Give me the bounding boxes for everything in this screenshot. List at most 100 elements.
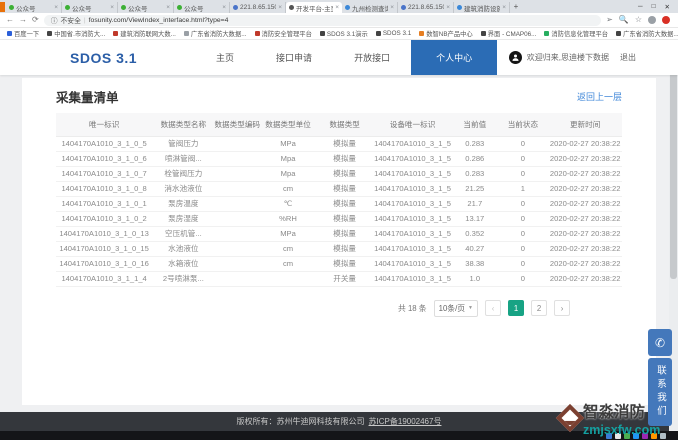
table-cell: 2020-02-27 20:38:22	[548, 151, 622, 166]
minimize-button[interactable]: ─	[638, 3, 643, 11]
bookmark-favicon	[481, 31, 486, 36]
address-bar[interactable]: ⓘ 不安全 | fosunity.com/ViewIndex_interface…	[44, 15, 601, 26]
tab-close-icon[interactable]: ×	[54, 4, 58, 11]
bookmark-item[interactable]: 百度一下	[7, 29, 39, 38]
table-cell: cm	[260, 181, 317, 196]
table-cell: 模拟量	[316, 211, 373, 226]
bookmark-label: SDOS 3.1演示	[327, 29, 368, 38]
site-icon	[457, 5, 462, 10]
bookmark-item[interactable]: 界面 - CMAP06...	[481, 29, 537, 38]
table-cell: 13.17	[452, 211, 497, 226]
phone-icon[interactable]: ✆	[648, 329, 672, 356]
bookmark-item[interactable]: 数智NB产品中心	[419, 29, 473, 38]
table-cell: %RH	[260, 211, 317, 226]
table-cell: 模拟量	[316, 166, 373, 181]
tab-close-icon[interactable]: ×	[166, 4, 170, 11]
maximize-button[interactable]: □	[652, 3, 656, 11]
table-cell: 2020-02-27 20:38:22	[548, 196, 622, 211]
tab-close-icon[interactable]: ×	[110, 4, 114, 11]
table-cell: 0	[497, 196, 548, 211]
bookmark-label: SDOS 3.1	[383, 30, 411, 37]
wechat-icon	[121, 5, 126, 10]
update-chrome-button[interactable]	[662, 16, 670, 24]
bookmark-item[interactable]: 中国省.市消防大...	[47, 29, 105, 38]
browser-toolbar: ← → ⟳ ⓘ 不安全 | fosunity.com/ViewIndex_int…	[0, 13, 678, 28]
reload-icon[interactable]: ⟳	[32, 16, 39, 24]
table-cell: 38.38	[452, 256, 497, 271]
table-cell	[214, 241, 259, 256]
watermark-domain: zmjsxfw.com	[583, 423, 660, 437]
table-cell: 2号喷淋泵...	[152, 271, 214, 286]
menu-item-接口申请[interactable]: 接口申请	[255, 40, 333, 75]
table-cell	[214, 211, 259, 226]
info-icon[interactable]: ⓘ	[51, 15, 58, 25]
table-cell: 1404170A1010_3_1_1_4	[56, 271, 152, 286]
browser-tab[interactable]: 221.8.65.150:98...×	[230, 2, 286, 13]
bookmark-item[interactable]: 广东省消防大数据...	[616, 29, 678, 38]
tab-close-icon[interactable]: ×	[446, 4, 450, 11]
close-button[interactable]: ✕	[665, 3, 670, 11]
table-cell: 0.286	[452, 151, 497, 166]
bookmark-label: 百度一下	[14, 29, 39, 38]
bookmark-label: 界面 - CMAP06...	[488, 29, 537, 38]
browser-tab[interactable]: 公众号×	[174, 2, 230, 13]
next-page-button[interactable]: ›	[554, 300, 570, 316]
page-size-select[interactable]: 10条/页 ▼	[434, 300, 478, 317]
profile-avatar[interactable]	[648, 16, 656, 24]
back-to-previous-link[interactable]: 返回上一层	[577, 90, 622, 103]
page-button-2[interactable]: 2	[531, 300, 547, 316]
logout-link[interactable]: 退出	[620, 52, 636, 63]
table-row: 1404170A1010_3_1_0_6喷淋管阀...Mpa模拟量1404170…	[56, 151, 622, 166]
tab-close-icon[interactable]: ×	[278, 4, 282, 11]
bookmark-favicon	[419, 31, 424, 36]
column-header: 当前值	[452, 113, 497, 136]
tab-close-icon[interactable]: ×	[390, 4, 394, 11]
back-icon[interactable]: ←	[6, 16, 14, 24]
bookmark-star-icon[interactable]: ☆	[635, 16, 642, 24]
browser-tab[interactable]: 公众号×	[6, 2, 62, 13]
icp-link[interactable]: 苏ICP备19002467号	[369, 416, 442, 427]
bookmark-item[interactable]: SDOS 3.1	[376, 30, 411, 37]
menu-item-开放接口[interactable]: 开放接口	[333, 40, 411, 75]
toolbar-icons: ➢ 🔍 ☆	[606, 16, 672, 24]
new-tab-button[interactable]: +	[510, 2, 522, 11]
menu-item-主页[interactable]: 主页	[195, 40, 255, 75]
browser-tab[interactable]: 公众号×	[62, 2, 118, 13]
site-logo[interactable]: SDOS 3.1	[70, 50, 137, 66]
bookmark-item[interactable]: 消防安全管理平台	[255, 29, 312, 38]
table-cell: 21.7	[452, 196, 497, 211]
chevron-down-icon: ▼	[468, 305, 473, 311]
tab-label: 221.8.65.150:98...	[240, 4, 276, 11]
bookmark-label: 消防信息化管理平台	[551, 29, 608, 38]
browser-tab[interactable]: 九州检测查询软件×	[342, 2, 398, 13]
url-text[interactable]: fosunity.com/ViewIndex_interface.html?ty…	[89, 17, 229, 24]
bookmark-item[interactable]: 消防信息化管理平台	[544, 29, 608, 38]
table-cell: 0	[497, 256, 548, 271]
column-header: 当前状态	[497, 113, 548, 136]
browser-tab[interactable]: 建筑消防设施大数...×	[454, 2, 510, 13]
bookmark-item[interactable]: 广东省消防大数据...	[184, 29, 247, 38]
scrollbar-thumb[interactable]	[670, 44, 677, 279]
page-button-1[interactable]: 1	[508, 300, 524, 316]
table-cell: 喷淋管阀...	[152, 151, 214, 166]
prev-page-button[interactable]: ‹	[485, 300, 501, 316]
browser-tab[interactable]: 公众号×	[118, 2, 174, 13]
tab-close-icon[interactable]: ×	[222, 4, 226, 11]
table-cell: 0.352	[452, 226, 497, 241]
bookmark-item[interactable]: 建筑消防联网大数...	[113, 29, 176, 38]
zoom-icon[interactable]: 🔍	[619, 16, 629, 24]
tab-close-icon[interactable]: ×	[502, 4, 506, 11]
watermark-texts: 智淼消防 zmjsxfw.com	[583, 400, 660, 437]
table-cell: 0	[497, 226, 548, 241]
pinned-tab-icon[interactable]	[0, 2, 5, 12]
forward-icon[interactable]: →	[19, 16, 27, 24]
browser-tab[interactable]: 开发平台-主页导航×	[286, 2, 342, 13]
tray-icon[interactable]	[660, 433, 666, 439]
browser-tab[interactable]: 221.8.65.150:86...×	[398, 2, 454, 13]
tab-close-icon[interactable]: ×	[335, 4, 339, 11]
card-header: 采集量清单 返回上一层	[56, 87, 622, 106]
bookmark-item[interactable]: SDOS 3.1演示	[320, 29, 368, 38]
menu-item-个人中心[interactable]: 个人中心	[411, 40, 497, 75]
table-cell: 模拟量	[316, 151, 373, 166]
send-to-devices-icon[interactable]: ➢	[606, 16, 613, 24]
